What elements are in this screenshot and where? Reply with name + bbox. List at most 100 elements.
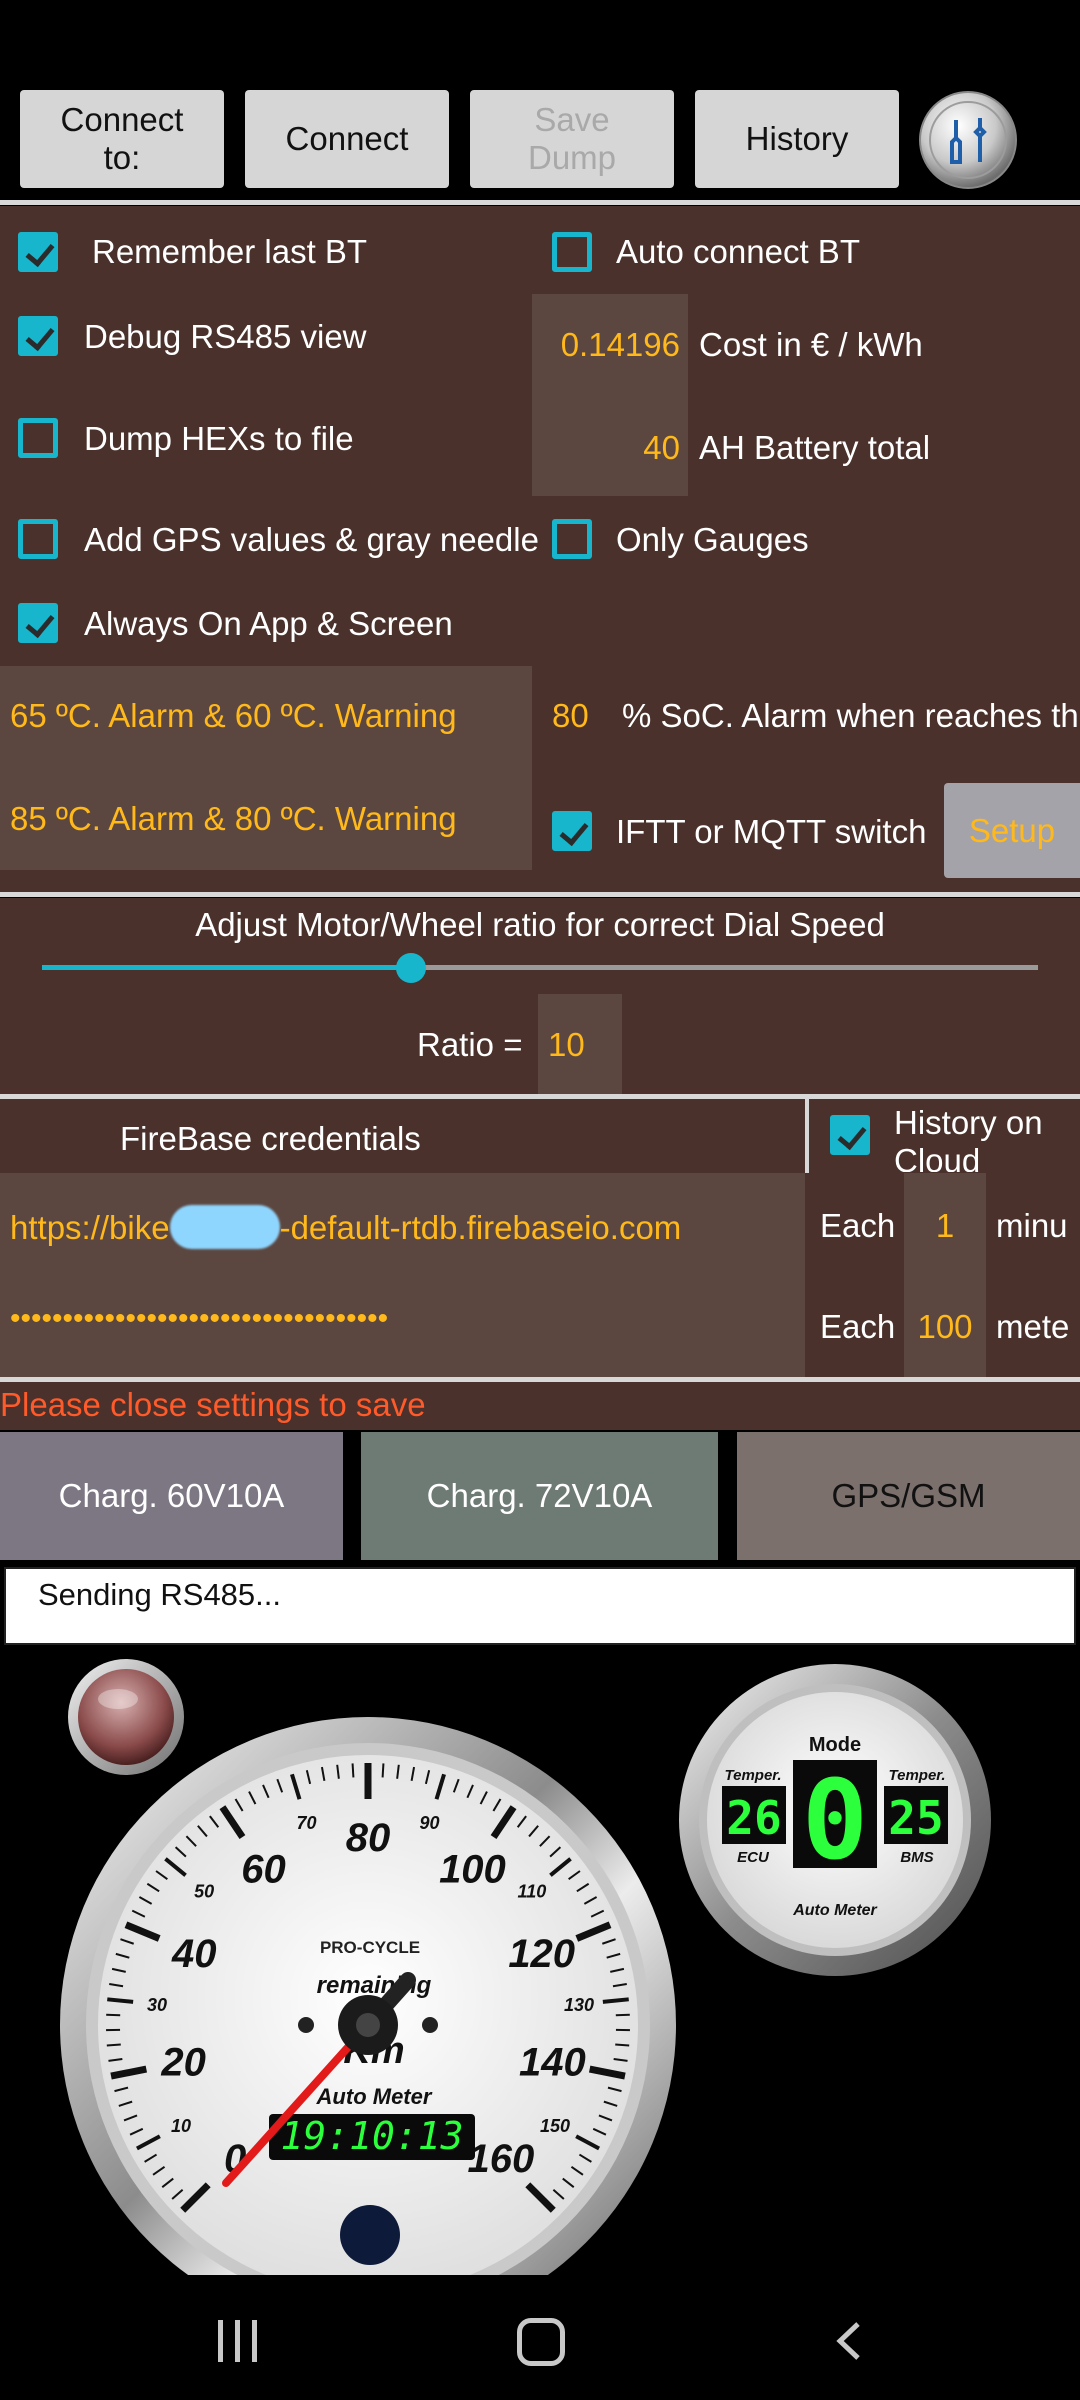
save-notice: Please close settings to save: [0, 1386, 426, 1423]
auto-connect-bt-checkbox[interactable]: [552, 232, 592, 272]
cost-label: Cost in € / kWh: [699, 326, 923, 363]
temp-alarm-1-input[interactable]: 65 ºC. Alarm & 60 ºC. Warning: [10, 697, 457, 735]
tab-gps-gsm[interactable]: GPS/GSM: [737, 1432, 1080, 1560]
meters-input[interactable]: 100: [904, 1308, 986, 1346]
speed-minor-label: 30: [147, 1995, 167, 2015]
speed-tick: [602, 1997, 629, 2004]
speed-tick: [106, 2043, 121, 2047]
add-gps-checkbox[interactable]: [18, 519, 58, 559]
speed-minor-label: 150: [540, 2116, 570, 2136]
system-nav-bar: [0, 2280, 1080, 2400]
log-output: Sending RS485...: [4, 1567, 1076, 1645]
ratio-input[interactable]: 10: [548, 1026, 585, 1064]
soc-label: % SoC. Alarm when reaches th: [622, 697, 1079, 734]
cost-input[interactable]: 0.14196: [532, 326, 680, 364]
debug-rs485-checkbox[interactable]: [18, 316, 58, 356]
dump-hex-checkbox[interactable]: [18, 418, 58, 458]
ecu-label: ECU: [737, 1849, 770, 1866]
connect-button[interactable]: Connect: [245, 90, 449, 188]
speed-major-label: 80: [346, 1816, 391, 1860]
tab-charger-60v[interactable]: Charg. 60V10A: [0, 1432, 343, 1560]
always-on-label: Always On App & Screen: [84, 605, 453, 642]
speed-minor-label: 70: [296, 1813, 316, 1833]
home-icon[interactable]: [517, 2318, 565, 2366]
divider: [0, 892, 1080, 897]
mode-title: Mode: [809, 1734, 861, 1756]
setup-button[interactable]: Setup: [944, 783, 1080, 878]
only-gauges-checkbox[interactable]: [552, 519, 592, 559]
speed-major-label: 140: [519, 2041, 586, 2085]
speed-minor-label: 110: [518, 1882, 547, 1902]
log-text: Sending RS485...: [38, 1577, 282, 1612]
speed-tick: [351, 1763, 355, 1778]
add-gps-label: Add GPS values & gray needle: [84, 521, 539, 558]
interval-box: [904, 1173, 986, 1377]
ratio-slider-fill: [42, 965, 411, 970]
ratio-label: Ratio =: [417, 1026, 523, 1063]
history-cloud-label: History on Cloud: [894, 1104, 1043, 1172]
speed-major-label: 40: [171, 1932, 217, 1976]
each-minutes-label: Each: [820, 1207, 896, 1244]
bms-label: BMS: [900, 1849, 933, 1866]
battery-label: AH Battery total: [699, 429, 931, 466]
ratio-title: Adjust Motor/Wheel ratio for correct Dia…: [195, 906, 885, 943]
speed-minor-label: 130: [564, 1995, 594, 2015]
minutes-unit: minu: [996, 1207, 1068, 1244]
firebase-fields-box: [0, 1173, 805, 1377]
speed-major-label: 100: [439, 1848, 506, 1892]
ecu-temp-value: 26: [726, 1791, 781, 1845]
mode-value: 0: [802, 1756, 868, 1884]
firebase-title: FireBase credentials: [120, 1120, 421, 1157]
each-meters-label: Each: [820, 1308, 896, 1345]
divider: [805, 1099, 809, 1173]
ifttt-label: IFTT or MQTT switch: [616, 813, 927, 850]
speed-minor-label: 10: [171, 2116, 191, 2136]
bms-temp-label: Temper.: [889, 1767, 946, 1784]
connect-to-button[interactable]: Connect to:: [20, 90, 224, 188]
mode-brand-text: Auto Meter: [792, 1902, 877, 1919]
history-cloud-checkbox[interactable]: [830, 1115, 870, 1155]
firebase-password-input[interactable]: ••••••••••••••••••••••••••••••••••••: [10, 1302, 388, 1336]
speed-tick: [381, 1763, 385, 1778]
auto-connect-bt-label: Auto connect BT: [616, 233, 860, 270]
ratio-slider-thumb[interactable]: [395, 953, 426, 983]
ifttt-checkbox[interactable]: [552, 811, 592, 851]
history-button[interactable]: History: [695, 90, 899, 188]
speed-major-label: 160: [468, 2137, 535, 2181]
speed-tick: [107, 1997, 134, 2004]
speed-major-label: 60: [241, 1848, 286, 1892]
debug-rs485-label: Debug RS485 view: [84, 318, 367, 355]
speedometer-gauge: 0 20 40 60 80 100 120 140 160 10 30 50 70 90 110 130 150…: [58, 1715, 678, 2275]
mode-gauge: Mode Temper. 26 ECU 0 Temper. 25 BMS Aut…: [677, 1662, 993, 1978]
brand-text: Auto Meter: [316, 2084, 433, 2109]
dump-hex-label: Dump HEXs to file: [84, 420, 354, 457]
ecu-temp-label: Temper.: [725, 1767, 782, 1784]
only-gauges-label: Only Gauges: [616, 521, 809, 558]
speed-major-label: 20: [160, 2041, 206, 2085]
soc-input[interactable]: 80: [552, 697, 589, 735]
speed-minor-label: 50: [194, 1882, 214, 1902]
bms-temp-value: 25: [888, 1791, 943, 1845]
tab-charger-72v[interactable]: Charg. 72V10A: [361, 1432, 718, 1560]
back-icon[interactable]: [830, 2320, 870, 2362]
recent-apps-icon[interactable]: [214, 2320, 264, 2362]
remember-bt-label: Remember last BT: [92, 233, 368, 270]
meters-unit: mete: [996, 1308, 1070, 1345]
save-dump-button[interactable]: Save Dump: [470, 90, 674, 188]
speed-tick: [106, 2013, 121, 2017]
brand-top-text: PRO-CYCLE: [320, 1938, 420, 1957]
temp-alarm-2-input[interactable]: 85 ºC. Alarm & 80 ºC. Warning: [10, 800, 457, 838]
speed-tick: [615, 2043, 630, 2047]
battery-input[interactable]: 40: [532, 429, 680, 467]
settings-icon[interactable]: [918, 90, 1018, 190]
minutes-input[interactable]: 1: [904, 1207, 986, 1245]
clock-display: 19:10:13: [280, 2114, 463, 2158]
divider: [0, 200, 1080, 205]
always-on-checkbox[interactable]: [18, 603, 58, 643]
speed-tick: [615, 2013, 630, 2017]
speed-major-label: 120: [508, 1932, 575, 1976]
redaction-blur: [169, 1205, 280, 1249]
firebase-url-input[interactable]: https://bike -default-rtdb.firebaseio.com: [10, 1205, 681, 1249]
speed-minor-label: 90: [420, 1813, 440, 1833]
remember-bt-checkbox[interactable]: [18, 232, 58, 272]
